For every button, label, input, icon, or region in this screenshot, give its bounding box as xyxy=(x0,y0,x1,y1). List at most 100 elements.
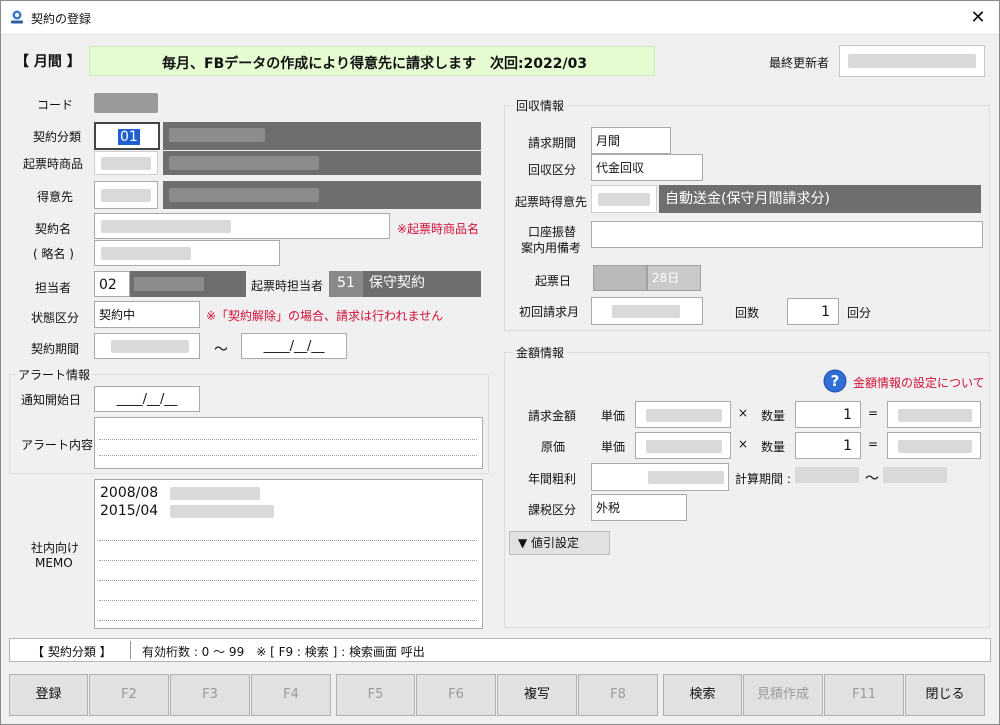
memo-ruled-line xyxy=(99,580,477,581)
status-select[interactable]: 契約中 xyxy=(94,301,200,328)
slip-customer-label: 起票時得意先 xyxy=(515,195,588,209)
collection-type-label: 回収区分 xyxy=(528,163,577,177)
search-button[interactable]: 検索 xyxy=(663,674,742,716)
alert-group-title: アラート情報 xyxy=(15,366,94,383)
memo-line: 2015/04 xyxy=(100,502,482,520)
alert-content-label: アラート内容 xyxy=(21,438,94,452)
first-billing-input[interactable] xyxy=(591,297,703,325)
calc-period-label: 計算期間 : xyxy=(735,472,791,486)
slip-customer-name: 自動送金(保守月間請求分) xyxy=(659,185,981,213)
f11-button[interactable]: F11 xyxy=(824,674,904,716)
redacted-value xyxy=(170,505,274,518)
billing-quantity-input[interactable]: 1 xyxy=(795,401,861,428)
redacted-value xyxy=(648,471,724,484)
status-field-name: 【 契約分類 】 xyxy=(32,645,112,659)
last-updater-field xyxy=(839,45,985,77)
collection-group xyxy=(504,105,990,331)
redacted-value xyxy=(898,440,972,453)
annual-profit-field xyxy=(591,463,729,491)
amount-help-text[interactable]: 金額情報の設定について xyxy=(853,374,985,391)
alert-start-input[interactable]: ____/__/__ xyxy=(94,386,200,412)
manager-code-input[interactable]: 02 xyxy=(94,271,130,297)
customer-code-input[interactable] xyxy=(94,181,158,209)
slip-manager-code: 51 xyxy=(329,271,363,297)
transfer-note-label-line1: 口座振替 xyxy=(528,225,577,239)
redacted-value xyxy=(111,340,189,353)
redacted-value xyxy=(646,440,722,453)
cost-unit-price-input[interactable] xyxy=(635,432,731,459)
cost-quantity-input[interactable]: 1 xyxy=(795,432,861,459)
memo-textarea[interactable]: 2008/08 2015/04 xyxy=(94,479,483,629)
cost-total-field xyxy=(887,432,981,459)
amount-group xyxy=(504,352,990,628)
f3-button[interactable]: F3 xyxy=(170,674,250,716)
memo-ruled-line xyxy=(99,540,477,541)
memo-ruled-line xyxy=(99,600,477,601)
redacted-value xyxy=(101,247,191,260)
svg-text:?: ? xyxy=(831,372,840,390)
period-tilde: ～ xyxy=(214,342,228,358)
contract-name-note: ※起票時商品名 xyxy=(397,222,480,236)
annual-profit-label: 年間粗利 xyxy=(528,472,577,486)
alert-content-textarea[interactable] xyxy=(94,417,483,469)
short-name-input[interactable] xyxy=(94,240,280,266)
redacted-value xyxy=(101,189,151,202)
billing-times: × xyxy=(738,406,749,420)
count-label: 回数 xyxy=(735,306,760,320)
cost-times: × xyxy=(738,437,749,451)
cost-equals: = xyxy=(868,437,879,451)
cost-unit-price-label: 単価 xyxy=(601,440,626,454)
contract-period-start-input[interactable] xyxy=(94,333,200,359)
contract-type-code-input[interactable]: 01 xyxy=(94,122,160,150)
contract-name-input[interactable] xyxy=(94,213,390,239)
register-button[interactable]: 登録 xyxy=(9,674,88,716)
redacted-value xyxy=(169,128,265,142)
f5-button[interactable]: F5 xyxy=(336,674,415,716)
billing-unit-price-input[interactable] xyxy=(635,401,731,428)
memo-label-line2: MEMO xyxy=(35,556,73,570)
contract-period-end-input[interactable]: ____/__/__ xyxy=(241,333,347,359)
slip-product-code-input[interactable] xyxy=(94,151,158,175)
f6-button[interactable]: F6 xyxy=(416,674,496,716)
redacted-value xyxy=(169,156,319,170)
f4-button[interactable]: F4 xyxy=(251,674,331,716)
billing-period-label: 請求期間 xyxy=(528,136,577,150)
code-value xyxy=(94,93,158,113)
first-billing-label: 初回請求月 xyxy=(519,305,580,319)
redacted-value xyxy=(169,188,319,202)
memo-ruled-line xyxy=(99,560,477,561)
transfer-note-label-line2: 案内用備考 xyxy=(521,241,582,255)
transfer-note-input[interactable] xyxy=(591,221,983,248)
tax-type-select[interactable]: 外税 xyxy=(591,494,687,521)
redacted-value xyxy=(898,409,972,422)
close-button[interactable]: 閉じる xyxy=(905,674,985,716)
billing-quantity-label: 数量 xyxy=(761,409,786,423)
f8-button[interactable]: F8 xyxy=(578,674,658,716)
billing-equals: = xyxy=(868,406,879,420)
alert-start-label: 通知開始日 xyxy=(21,393,82,407)
contract-type-label: 契約分類 xyxy=(33,130,82,144)
window-title: 契約の登録 xyxy=(31,12,92,26)
slip-customer-code-input[interactable] xyxy=(591,185,657,213)
cost-quantity-label: 数量 xyxy=(761,440,786,454)
redacted-value xyxy=(101,220,231,233)
close-icon[interactable]: ✕ xyxy=(965,5,991,31)
code-label: コード xyxy=(37,98,74,112)
billing-period-select[interactable]: 月間 xyxy=(591,127,671,154)
collection-type-select[interactable]: 代金回収 xyxy=(591,154,703,181)
memo-ruled-line xyxy=(99,620,477,621)
billing-banner: 毎月、FBデータの作成により得意先に請求します 次回:2022/03 xyxy=(89,46,655,76)
slip-product-name xyxy=(163,151,481,175)
help-question-icon[interactable]: ? xyxy=(823,369,847,393)
contract-name-label: 契約名 xyxy=(35,222,72,236)
redacted-value xyxy=(598,193,650,206)
redacted-value xyxy=(170,487,260,500)
f2-button[interactable]: F2 xyxy=(89,674,169,716)
short-name-label: ( 略名 ) xyxy=(33,247,74,261)
redacted-value xyxy=(848,54,976,68)
count-input[interactable]: 1 xyxy=(787,298,839,325)
memo-label-line1: 社内向け xyxy=(31,541,80,555)
create-estimate-button[interactable]: 見積作成 xyxy=(743,674,823,716)
discount-settings-button[interactable]: ▼ 値引設定 xyxy=(509,531,610,555)
copy-button[interactable]: 複写 xyxy=(497,674,577,716)
